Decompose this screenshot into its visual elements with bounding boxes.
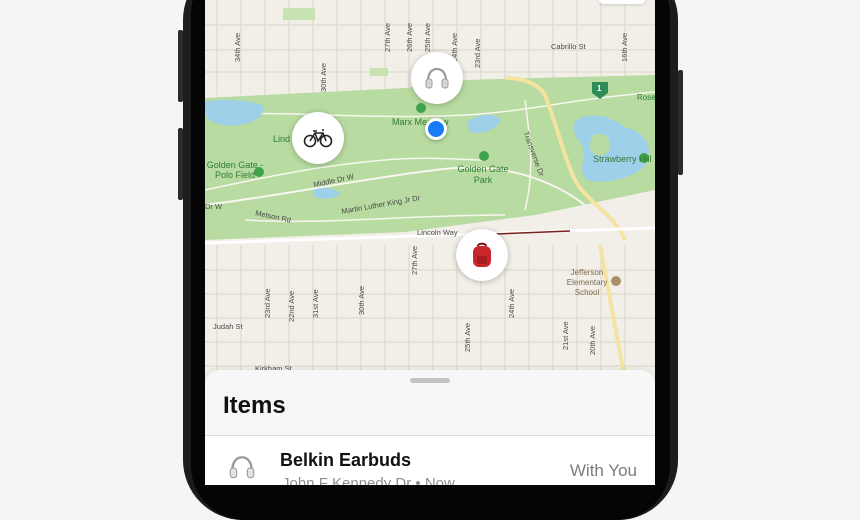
volume-button-lower bbox=[178, 128, 183, 200]
street-label: 30th Ave bbox=[319, 62, 328, 92]
place-label: Strawberry Hill bbox=[593, 154, 652, 164]
map-view[interactable]: 34th Ave 30th Ave 27th Ave 26th Ave 25th… bbox=[205, 0, 655, 381]
bicycle-icon bbox=[303, 129, 333, 148]
sheet-title: Items bbox=[223, 392, 286, 419]
street-label: 30th Ave bbox=[357, 285, 366, 315]
route-shield: 1 bbox=[597, 84, 602, 93]
backpack-icon bbox=[473, 242, 491, 267]
street-label: 27th Ave bbox=[410, 245, 419, 275]
place-label: Jefferson Elementary School bbox=[566, 268, 608, 297]
street-label: 22nd Ave bbox=[287, 290, 296, 322]
headphones-icon bbox=[425, 67, 449, 89]
list-item[interactable]: Belkin Earbuds John F Kennedy Dr • Now W… bbox=[205, 436, 655, 485]
volume-button bbox=[178, 30, 183, 102]
current-location-dot bbox=[425, 118, 447, 140]
place-label: Golden Gate Park bbox=[457, 164, 509, 185]
map-pin-bicycle[interactable] bbox=[292, 112, 344, 164]
street-label: 23rd Ave bbox=[263, 288, 272, 318]
phone-screen: 34th Ave 30th Ave 27th Ave 26th Ave 25th… bbox=[205, 0, 655, 485]
place-label: Rose bbox=[637, 93, 655, 102]
street-label: 16th Ave bbox=[620, 32, 629, 62]
street-label: 26th Ave bbox=[405, 22, 414, 52]
street-label: 25th Ave bbox=[463, 322, 472, 352]
headphones-icon bbox=[227, 452, 257, 485]
street-label: 24th Ave bbox=[507, 288, 516, 318]
street-label: 23rd Ave bbox=[473, 38, 482, 68]
street-label: Lincoln Way bbox=[417, 228, 458, 237]
street-label: 31st Ave bbox=[311, 289, 320, 318]
map-pin-backpack[interactable] bbox=[456, 229, 508, 281]
place-label: Lind bbox=[273, 134, 291, 144]
street-label: Dr W bbox=[205, 202, 223, 211]
sheet-grabber[interactable] bbox=[410, 378, 450, 383]
item-location: John F Kennedy Dr • Now bbox=[282, 475, 455, 485]
street-label: 25th Ave bbox=[423, 22, 432, 52]
street-label: 34th Ave bbox=[233, 32, 242, 62]
street-label: 20th Ave bbox=[588, 325, 597, 355]
map-control-button[interactable] bbox=[598, 0, 646, 4]
place-label: Golden Gate - Polo Field bbox=[206, 160, 264, 180]
items-sheet[interactable]: Items Belkin Earbuds John F Kennedy Dr •… bbox=[205, 370, 655, 485]
street-label: 27th Ave bbox=[383, 22, 392, 52]
power-button bbox=[678, 70, 683, 175]
item-name: Belkin Earbuds bbox=[280, 450, 412, 470]
item-status: With You bbox=[569, 461, 637, 480]
map-pin-headphones[interactable] bbox=[411, 52, 463, 104]
street-label: Cabrillo St bbox=[551, 42, 586, 51]
street-label: Judah St bbox=[213, 322, 243, 331]
street-label: 21st Ave bbox=[561, 321, 570, 350]
